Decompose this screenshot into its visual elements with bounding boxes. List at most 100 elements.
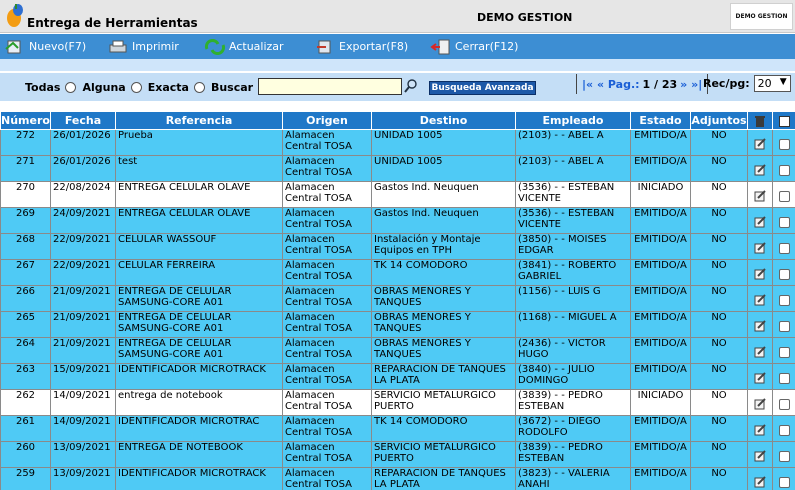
header-fecha[interactable]: Fecha (50, 111, 116, 130)
edit-icon[interactable] (754, 138, 767, 150)
cell-select[interactable] (772, 441, 795, 468)
table-row[interactable]: 271 26/01/2026 test Alamacen Central TOSA UN… (0, 155, 795, 182)
edit-icon[interactable] (754, 216, 767, 228)
row-checkbox[interactable] (778, 191, 790, 202)
radio-exacta[interactable] (193, 82, 205, 93)
cell-edit[interactable] (747, 311, 773, 338)
table-row[interactable]: 272 26/01/2026 Prueba Alamacen Central TOSA… (0, 129, 795, 156)
row-checkbox[interactable] (778, 165, 790, 176)
row-checkbox[interactable] (778, 425, 790, 436)
header-empleado[interactable]: Empleado (515, 111, 631, 130)
close-button[interactable]: Cerrar(F12) (430, 34, 518, 59)
export-button[interactable]: Exportar(F8) (314, 34, 408, 59)
table-row[interactable]: 262 14/09/2021 entrega de notebook Alamacen… (0, 389, 795, 416)
edit-icon[interactable] (754, 190, 767, 202)
new-button[interactable]: Nuevo(F7) (4, 34, 86, 59)
table-row[interactable]: 259 13/09/2021 IDENTIFICADOR MICROTRACK Ala… (0, 467, 795, 490)
cell-select[interactable] (772, 259, 795, 286)
table-row[interactable]: 265 21/09/2021 ENTREGA DE CELULAR SAMSUNG-… (0, 311, 795, 338)
pager-prev-links[interactable]: |« « Pag.: (582, 78, 640, 91)
cell-edit[interactable] (747, 415, 773, 442)
cell-select[interactable] (772, 467, 795, 490)
header-origen[interactable]: Origen (282, 111, 372, 130)
row-checkbox[interactable] (778, 373, 790, 384)
radio-alguna[interactable] (130, 82, 142, 93)
cell-edit[interactable] (747, 129, 773, 156)
table-row[interactable]: 270 22/08/2024 ENTREGA CELULAR OLAVE Alamac… (0, 181, 795, 208)
edit-icon[interactable] (754, 424, 767, 436)
edit-icon[interactable] (754, 476, 767, 488)
cell-select[interactable] (772, 285, 795, 312)
edit-icon[interactable] (754, 294, 767, 306)
table-row[interactable]: 260 13/09/2021 ENTREGA DE NOTEBOOK Alamacen… (0, 441, 795, 468)
edit-icon[interactable] (754, 346, 767, 358)
search-input[interactable] (258, 78, 402, 95)
edit-icon[interactable] (754, 268, 767, 280)
header-destino[interactable]: Destino (371, 111, 516, 130)
cell-edit[interactable] (747, 233, 773, 260)
header-referencia[interactable]: Referencia (115, 111, 283, 130)
header-trash[interactable] (747, 111, 773, 130)
row-checkbox[interactable] (778, 139, 790, 150)
header-select-all[interactable] (772, 111, 795, 130)
print-button[interactable]: Imprimir (107, 34, 179, 59)
pager-next-links[interactable]: » »| (680, 78, 702, 91)
row-checkbox[interactable] (778, 477, 790, 488)
cell-edit[interactable] (747, 363, 773, 390)
search-icon[interactable] (404, 79, 418, 93)
recpg-select[interactable]: 20 ▼ (753, 75, 791, 92)
refresh-button[interactable]: Actualizar (204, 34, 284, 59)
header-estado[interactable]: Estado (630, 111, 691, 130)
edit-icon[interactable] (754, 242, 767, 254)
cell-numero: 267 (0, 259, 51, 286)
row-checkbox[interactable] (778, 295, 790, 306)
advanced-search-button[interactable]: Busqueda Avanzada (429, 81, 536, 95)
cell-adjuntos: NO (690, 207, 748, 234)
header-adjuntos[interactable]: Adjuntos (690, 111, 748, 130)
table-row[interactable]: 269 24/09/2021 ENTREGA CELULAR OLAVE Alamac… (0, 207, 795, 234)
cell-edit[interactable] (747, 441, 773, 468)
table-row[interactable]: 264 21/09/2021 ENTREGA DE CELULAR SAMSUNG-… (0, 337, 795, 364)
edit-icon[interactable] (754, 320, 767, 332)
radio-todas[interactable] (65, 82, 77, 93)
select-all-checkbox[interactable] (778, 115, 790, 127)
cell-select[interactable] (772, 181, 795, 208)
edit-icon[interactable] (754, 398, 767, 410)
cell-select[interactable] (772, 155, 795, 182)
row-checkbox[interactable] (778, 451, 790, 462)
cell-select[interactable] (772, 311, 795, 338)
cell-fecha: 15/09/2021 (50, 363, 116, 390)
cell-edit[interactable] (747, 467, 773, 490)
table-row[interactable]: 266 21/09/2021 ENTREGA DE CELULAR SAMSUNG-… (0, 285, 795, 312)
edit-icon[interactable] (754, 372, 767, 384)
row-checkbox[interactable] (778, 269, 790, 280)
cell-edit[interactable] (747, 389, 773, 416)
cell-edit[interactable] (747, 207, 773, 234)
row-checkbox[interactable] (778, 347, 790, 358)
cell-numero: 260 (0, 441, 51, 468)
cell-select[interactable] (772, 389, 795, 416)
row-checkbox[interactable] (778, 399, 790, 410)
cell-select[interactable] (772, 233, 795, 260)
cell-select[interactable] (772, 129, 795, 156)
cell-edit[interactable] (747, 155, 773, 182)
table-row[interactable]: 263 15/09/2021 IDENTIFICADOR MICROTRACK Ala… (0, 363, 795, 390)
cell-edit[interactable] (747, 337, 773, 364)
edit-icon[interactable] (754, 164, 767, 176)
cell-edit[interactable] (747, 181, 773, 208)
cell-select[interactable] (772, 207, 795, 234)
table-row[interactable]: 267 22/09/2021 CELULAR FERREIRA Alamacen Ce… (0, 259, 795, 286)
table-row[interactable]: 268 22/09/2021 CELULAR WASSOUF Alamacen Cen… (0, 233, 795, 260)
row-checkbox[interactable] (778, 217, 790, 228)
row-checkbox[interactable] (778, 321, 790, 332)
cell-select[interactable] (772, 337, 795, 364)
edit-icon[interactable] (754, 450, 767, 462)
cell-edit[interactable] (747, 259, 773, 286)
table-row[interactable]: 261 14/09/2021 IDENTIFICADOR MICROTRAC Alam… (0, 415, 795, 442)
cell-estado: EMITIDO/A (630, 415, 691, 442)
cell-select[interactable] (772, 415, 795, 442)
row-checkbox[interactable] (778, 243, 790, 254)
cell-edit[interactable] (747, 285, 773, 312)
cell-select[interactable] (772, 363, 795, 390)
header-numero[interactable]: Número (0, 111, 51, 130)
